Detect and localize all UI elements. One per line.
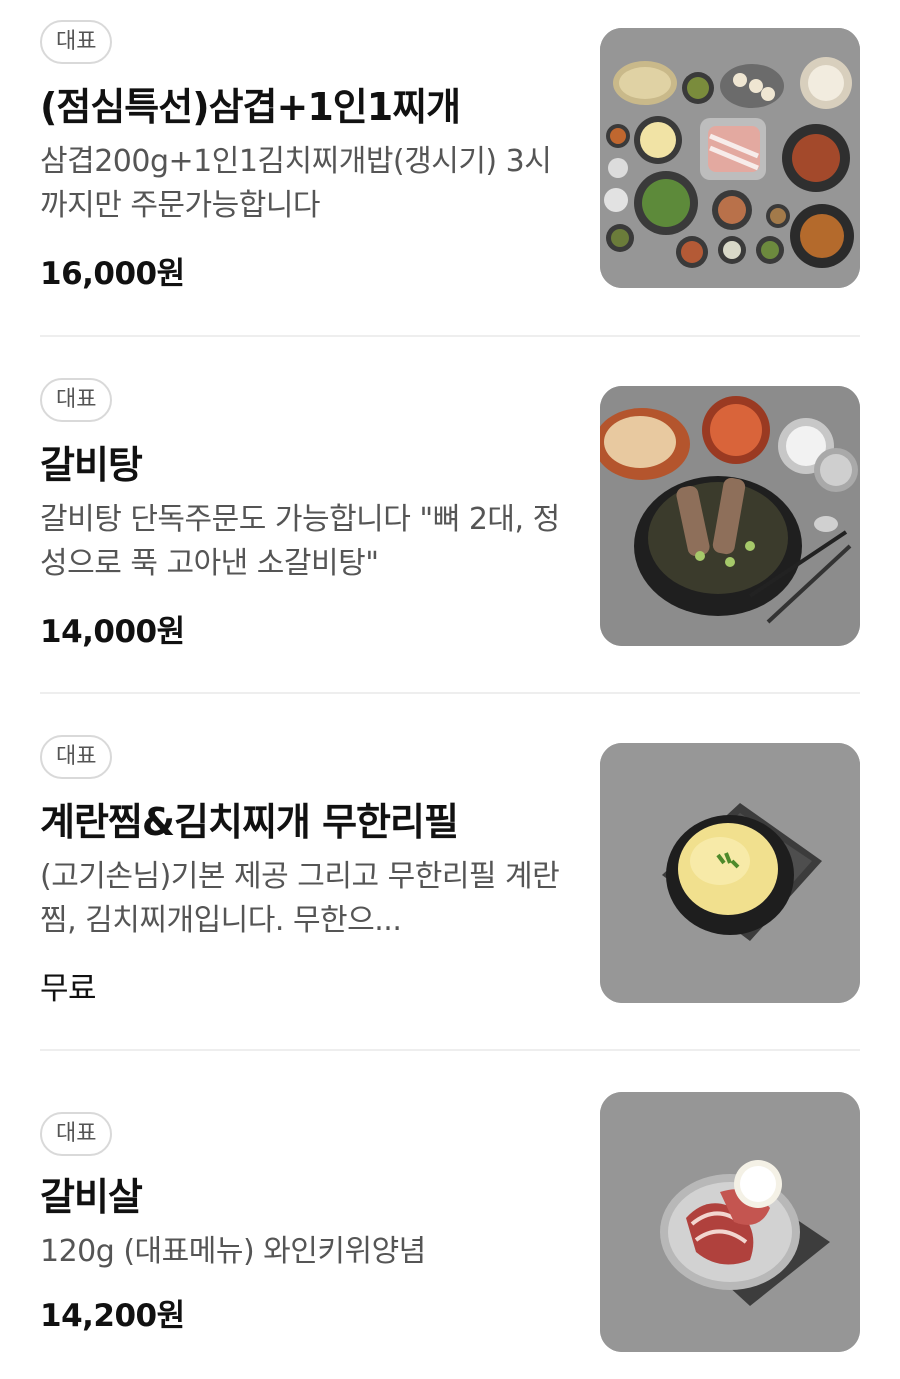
menu-item-photo[interactable] — [600, 386, 860, 646]
menu-item-price: 14,000원 — [40, 614, 185, 650]
signature-badge: 대표 — [40, 1112, 113, 1156]
menu-item[interactable]: 대표 (점심특선)삼겹+1인1찌개 삼겹200g+1인1김치찌개밥(갱시기) 3… — [0, 0, 900, 357]
galbisal-photo-icon — [600, 1092, 860, 1352]
menu-item-price: 무료 — [40, 971, 97, 1007]
signature-badge: 대표 — [40, 378, 113, 422]
menu-item-description: (고기손님)기본 제공 그리고 무한리필 계란찜, 김치찌개입니다. 무한으..… — [40, 859, 560, 938]
divider — [40, 692, 860, 694]
banchan-spread-photo-icon — [600, 28, 860, 288]
divider — [40, 335, 860, 337]
menu-item-photo[interactable] — [600, 1092, 860, 1352]
egg-custard-photo-icon — [600, 743, 860, 1003]
galbitang-photo-icon — [600, 386, 860, 646]
menu-item[interactable]: 대표 계란찜&김치찌개 무한리필 (고기손님)기본 제공 그리고 무한리필 계란… — [0, 715, 900, 1072]
signature-badge: 대표 — [40, 735, 113, 779]
menu-item-title: 계란찜&김치찌개 무한리필 — [40, 800, 459, 844]
menu-item-title: 갈비살 — [40, 1175, 143, 1219]
menu-item-price: 16,000원 — [40, 256, 185, 292]
menu-item-photo[interactable] — [600, 28, 860, 288]
menu-item-photo[interactable] — [600, 743, 860, 1003]
menu-item-title: 갈비탕 — [40, 443, 143, 487]
menu-list: 대표 (점심특선)삼겹+1인1찌개 삼겹200g+1인1김치찌개밥(갱시기) 3… — [0, 0, 900, 1379]
menu-item-title: (점심특선)삼겹+1인1찌개 — [40, 85, 461, 129]
menu-item[interactable]: 대표 갈비탕 갈비탕 단독주문도 가능합니다 "뼈 2대, 정성으로 푹 고아낸… — [0, 358, 900, 715]
divider — [40, 1049, 860, 1051]
menu-item-description: 삼겹200g+1인1김치찌개밥(갱시기) 3시까지만 주문가능합니다 — [40, 144, 552, 223]
signature-badge: 대표 — [40, 20, 113, 64]
menu-item-price: 14,200원 — [40, 1298, 185, 1334]
menu-item-description: 120g (대표메뉴) 와인키위양념 — [40, 1234, 426, 1269]
menu-item[interactable]: 대표 갈비살 120g (대표메뉴) 와인키위양념 14,200원 — [0, 1092, 900, 1379]
menu-item-description: 갈비탕 단독주문도 가능합니다 "뼈 2대, 정성으로 푹 고아낸 소갈비탕" — [40, 502, 560, 581]
